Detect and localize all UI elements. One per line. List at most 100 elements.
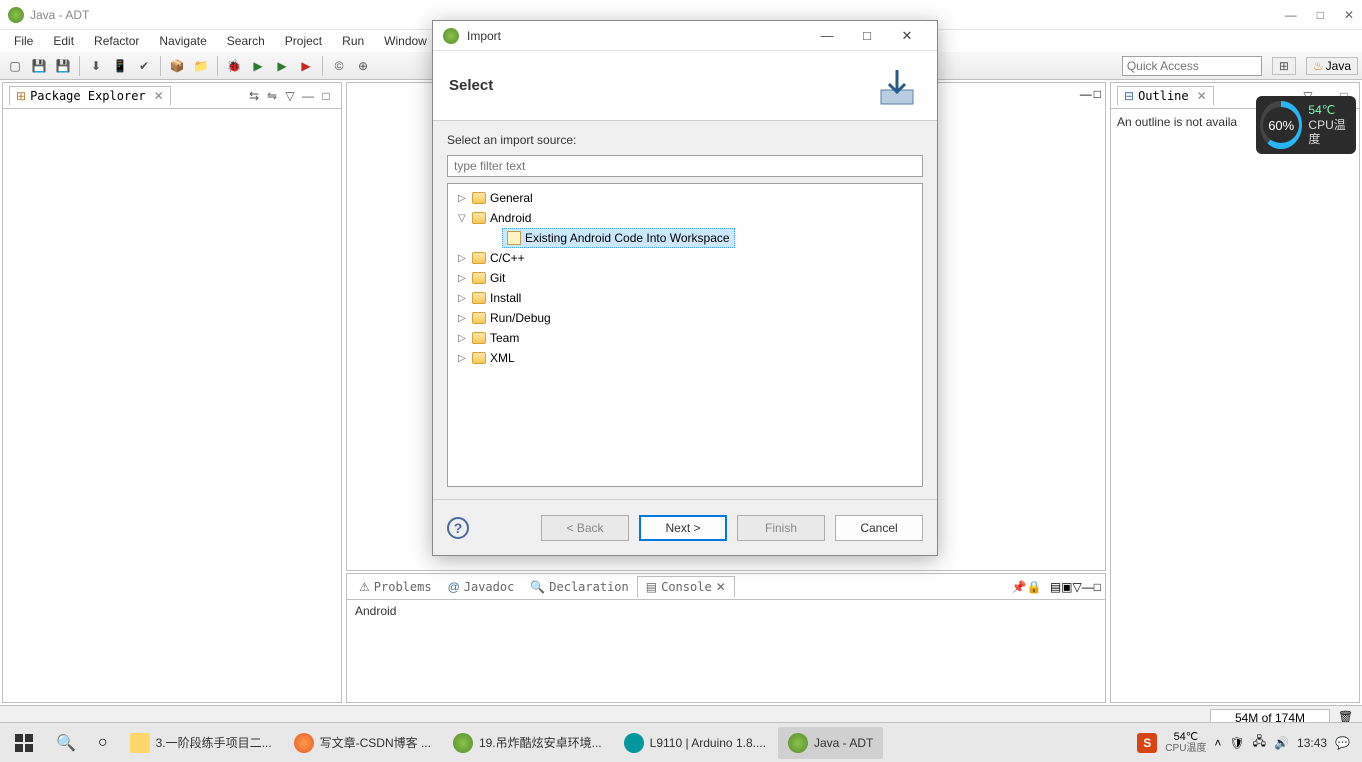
back-button[interactable]: < Back xyxy=(541,515,629,541)
maximize-view-button[interactable]: □ xyxy=(318,88,334,104)
tray-temp[interactable]: 54℃ CPU温度 xyxy=(1165,731,1206,754)
taskbar-item-3[interactable]: L9110 | Arduino 1.8.... xyxy=(614,727,776,759)
menu-run[interactable]: Run xyxy=(334,32,372,50)
close-console-icon[interactable]: ✕ xyxy=(716,580,726,594)
outline-view: ⊟ Outline ✕ ▽ — □ An outline is not avai… xyxy=(1110,82,1360,703)
next-button[interactable]: Next > xyxy=(639,515,727,541)
package-explorer-view: ⊞ Package Explorer ✕ ⇆ ⇋ ▽ — □ xyxy=(2,82,342,703)
package-explorer-tree[interactable] xyxy=(3,109,341,702)
tree-node-install[interactable]: ▷Install xyxy=(454,288,916,308)
new-package-button[interactable]: 📁 xyxy=(190,55,212,77)
open-console-button[interactable]: ▣ xyxy=(1061,580,1072,594)
display-selected-button[interactable]: ▤ xyxy=(1050,580,1061,594)
collapse-all-button[interactable]: ⇆ xyxy=(246,88,262,104)
filter-input[interactable] xyxy=(447,155,923,177)
java-perspective-button[interactable]: ♨ Java xyxy=(1306,57,1358,75)
dialog-maximize-button[interactable]: □ xyxy=(847,28,887,43)
menu-navigate[interactable]: Navigate xyxy=(151,32,214,50)
menu-project[interactable]: Project xyxy=(277,32,330,50)
finish-button[interactable]: Finish xyxy=(737,515,825,541)
close-tab-icon[interactable]: ✕ xyxy=(154,89,164,103)
debug-button[interactable]: 🐞 xyxy=(223,55,245,77)
import-dialog: Import — □ ✕ Select Select an import sou… xyxy=(432,20,938,556)
open-type-button[interactable]: ⊕ xyxy=(352,55,374,77)
new-button[interactable]: ▢ xyxy=(4,55,26,77)
console-lock-button[interactable]: 🔒 xyxy=(1027,580,1042,594)
close-outline-icon[interactable]: ✕ xyxy=(1197,89,1207,103)
folder-icon xyxy=(472,192,486,204)
window-maximize-button[interactable]: □ xyxy=(1317,8,1324,22)
tree-node-team[interactable]: ▷Team xyxy=(454,328,916,348)
new-class-button[interactable]: © xyxy=(328,55,350,77)
wizard-icon xyxy=(507,231,521,245)
tree-node-general[interactable]: ▷General xyxy=(454,188,916,208)
tray-shield-icon[interactable]: 🛡 xyxy=(1229,736,1244,750)
taskbar-item-1[interactable]: 写文章-CSDN博客 ... xyxy=(284,727,441,759)
outline-tab[interactable]: ⊟ Outline ✕ xyxy=(1117,86,1214,105)
menu-edit[interactable]: Edit xyxy=(45,32,82,50)
taskbar-item-4[interactable]: Java - ADT xyxy=(778,727,883,759)
tree-node-xml[interactable]: ▷XML xyxy=(454,348,916,368)
run-last-button[interactable]: ▶ xyxy=(271,55,293,77)
tray-expand-icon[interactable]: ˄ xyxy=(1214,736,1221,750)
tray-ime-icon[interactable]: S xyxy=(1137,733,1157,753)
tray-network-icon[interactable]: 🖧 xyxy=(1253,732,1266,753)
search-button[interactable]: 🔍 xyxy=(46,727,86,759)
external-tools-button[interactable]: ▶ xyxy=(295,55,317,77)
console-tab[interactable]: ▤Console✕ xyxy=(637,576,735,598)
sdk-manager-button[interactable]: ⬇ xyxy=(85,55,107,77)
javadoc-tab[interactable]: @Javadoc xyxy=(440,577,523,597)
import-tree[interactable]: ▷General ▽Android Existing Android Code … xyxy=(447,183,923,487)
lint-button[interactable]: ✔ xyxy=(133,55,155,77)
quick-access-input[interactable] xyxy=(1122,56,1262,76)
new-project-button[interactable]: 📦 xyxy=(166,55,188,77)
editor-minimize-button[interactable]: — xyxy=(1080,87,1092,101)
folder-icon xyxy=(472,272,486,284)
console-menu-button[interactable]: ▽ xyxy=(1073,580,1082,594)
save-button[interactable]: 💾 xyxy=(28,55,50,77)
dialog-minimize-button[interactable]: — xyxy=(807,28,847,43)
problems-icon: ⚠ xyxy=(359,580,370,594)
view-menu-button[interactable]: ▽ xyxy=(282,88,298,104)
open-perspective-button[interactable]: ⊞ xyxy=(1272,57,1296,75)
taskbar-item-0[interactable]: 3.一阶段练手项目二... xyxy=(120,727,282,759)
declaration-icon: 🔍 xyxy=(530,580,545,594)
cancel-button[interactable]: Cancel xyxy=(835,515,923,541)
console-output[interactable]: Android xyxy=(347,600,1105,702)
tree-node-android[interactable]: ▽Android xyxy=(454,208,916,228)
menu-refactor[interactable]: Refactor xyxy=(86,32,147,50)
link-editor-button[interactable]: ⇋ xyxy=(264,88,280,104)
tray-clock[interactable]: 13:43 xyxy=(1297,736,1327,750)
cortana-button[interactable]: ○ xyxy=(88,727,118,759)
tree-node-git[interactable]: ▷Git xyxy=(454,268,916,288)
menu-window[interactable]: Window xyxy=(376,32,435,50)
console-minimize-button[interactable]: — xyxy=(1082,580,1094,594)
console-maximize-button[interactable]: □ xyxy=(1094,580,1101,594)
taskbar-item-2[interactable]: 19.吊炸酷炫安卓环境... xyxy=(443,727,612,759)
dialog-close-button[interactable]: ✕ xyxy=(887,28,927,44)
tray-notifications-icon[interactable]: 💬 xyxy=(1335,736,1350,750)
menu-search[interactable]: Search xyxy=(219,32,273,50)
import-icon xyxy=(873,62,921,110)
help-button[interactable]: ? xyxy=(447,517,469,539)
problems-tab[interactable]: ⚠Problems xyxy=(351,577,440,597)
avd-manager-button[interactable]: 📱 xyxy=(109,55,131,77)
package-explorer-tab[interactable]: ⊞ Package Explorer ✕ xyxy=(9,86,171,105)
minimize-view-button[interactable]: — xyxy=(300,88,316,104)
menu-file[interactable]: File xyxy=(6,32,41,50)
tree-node-cpp[interactable]: ▷C/C++ xyxy=(454,248,916,268)
window-close-button[interactable]: ✕ xyxy=(1344,8,1354,22)
declaration-tab[interactable]: 🔍Declaration xyxy=(522,577,636,597)
tree-leaf-existing-android-code[interactable]: Existing Android Code Into Workspace xyxy=(502,228,735,248)
cpu-widget[interactable]: 60% 54℃ CPU温度 xyxy=(1256,96,1356,154)
console-pin-button[interactable]: 📌 xyxy=(1012,580,1027,594)
save-all-button[interactable]: 💾 xyxy=(52,55,74,77)
folder-icon xyxy=(472,252,486,264)
tree-node-rundebug[interactable]: ▷Run/Debug xyxy=(454,308,916,328)
editor-maximize-button[interactable]: □ xyxy=(1094,87,1101,101)
tray-volume-icon[interactable]: 🔊 xyxy=(1274,736,1289,750)
window-minimize-button[interactable]: — xyxy=(1285,8,1297,22)
java-perspective-label: Java xyxy=(1326,59,1351,73)
start-button[interactable] xyxy=(4,727,44,759)
run-button[interactable]: ▶ xyxy=(247,55,269,77)
